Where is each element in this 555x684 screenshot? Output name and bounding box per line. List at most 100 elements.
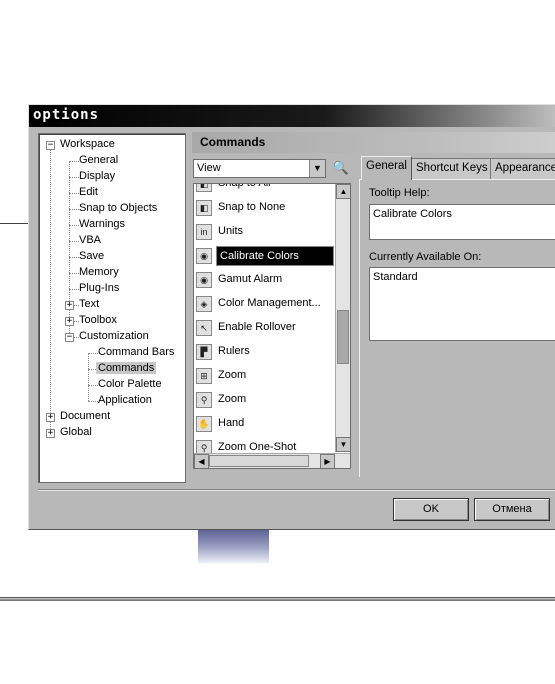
command-label: Snap to All [218,183,271,189]
collapse-icon[interactable]: − [46,141,55,150]
tree-item-label: Application [98,394,152,406]
scroll-up-icon[interactable]: ▲ [336,184,350,199]
tree-item-label: Color Palette [98,378,162,390]
tree-item-label: Memory [79,266,119,278]
command-item[interactable]: ◉ Gamut Alarm [194,268,335,292]
tree-item-document[interactable]: Document [58,409,112,425]
scroll-right-icon[interactable]: ▶ [320,454,335,468]
tree-connector [69,161,70,337]
tree-item-warnings[interactable]: Warnings [77,217,127,233]
chevron-down-icon[interactable]: ▼ [309,160,325,177]
tree-item-command-bars[interactable]: Command Bars [96,345,176,361]
tree-item-label: Edit [79,186,98,198]
tree-item-application[interactable]: Application [96,393,154,409]
command-label: Calibrate Colors [216,246,334,266]
expand-icon[interactable]: + [65,317,74,326]
callout-leader-line [0,223,29,224]
command-label: Enable Rollover [218,321,296,333]
tree-item-label: Snap to Objects [79,202,158,214]
category-dropdown[interactable]: View ▼ [193,159,326,178]
command-item[interactable]: ▛ Rulers [194,340,335,364]
tree-item-label: Save [79,250,105,262]
tree-item-label: VBA [79,234,102,246]
general-tab-panel: Tooltip Help: Calibrate Colors Currently… [359,179,555,477]
tree-item-label: Text [79,298,100,310]
tree-connector [88,353,89,401]
gamut-alarm-icon: ◉ [196,272,212,288]
title-bar[interactable]: options [29,105,555,127]
tree-item-label: Customization [79,330,149,342]
category-value: View [197,162,221,174]
tree-item-toolbox[interactable]: Toolbox [77,313,119,329]
commands-list[interactable]: ⚲ Zoom One-Shot ✋ Hand ⚲ Zoom ⊞ Zoom ▛ Rulers ↖ Ena… [193,183,351,469]
command-item[interactable]: ◈ Color Management... [194,292,335,316]
command-item[interactable]: ↖ Enable Rollover [194,316,335,340]
command-item[interactable]: ⊞ Zoom [194,364,335,388]
tree-item-label: Global [60,426,92,438]
command-label: Snap to None [218,201,286,213]
tree-item-general[interactable]: General [77,153,120,169]
tree-item-snap-to-objects[interactable]: Snap to Objects [77,201,159,217]
tree-item-label: Commands [96,362,157,374]
tab-appearance[interactable]: Appearance [490,158,555,179]
tree-item-workspace[interactable]: Workspace [58,137,117,153]
command-item[interactable]: ◧ Snap to None [194,196,335,220]
list-vertical-scrollbar[interactable]: ▲ ▼ [335,184,350,452]
available-on-label: Currently Available On: [369,251,482,263]
tooltip-help-label: Tooltip Help: [369,187,430,199]
options-dialog: options − Workspace General Display Edit Snap… [28,104,555,530]
footer-separator [38,489,555,491]
command-item[interactable]: ◉ Calibrate Colors [194,244,335,268]
list-horizontal-scrollbar[interactable]: ◀ ▶ [194,453,350,468]
collapse-icon[interactable]: − [65,333,74,342]
tree-item-vba[interactable]: VBA [77,233,103,249]
hand-icon: ✋ [196,416,212,432]
scroll-left-icon[interactable]: ◀ [194,454,209,468]
ok-button[interactable]: OK [393,498,469,521]
options-tree[interactable]: − Workspace General Display Edit Snap to Obje… [38,133,186,483]
tree-item-save[interactable]: Save [77,249,106,265]
command-label: Rulers [218,345,250,357]
tree-item-color-palette[interactable]: Color Palette [96,377,164,393]
zoom-icon: ⚲ [196,392,212,408]
command-label: Hand [218,417,245,429]
command-item[interactable]: in Units [194,220,335,244]
tree-item-customization[interactable]: Customization [77,329,151,345]
commands-header: Commands [192,132,555,153]
scroll-thumb[interactable] [337,310,349,364]
available-on-list[interactable]: Standard [369,267,555,341]
command-label: Zoom [218,393,247,405]
command-label: Units [218,225,244,237]
command-item[interactable]: ⚲ Zoom [194,388,335,412]
tree-item-commands[interactable]: Commands [96,361,157,377]
tab-general[interactable]: General [361,156,412,180]
horizontal-scroll-thumb[interactable] [209,455,309,467]
tree-item-plug-ins[interactable]: Plug-Ins [77,281,121,297]
expand-icon[interactable]: + [46,429,55,438]
tooltip-help-field[interactable]: Calibrate Colors [369,204,555,240]
expand-icon[interactable]: + [65,301,74,310]
tab-shortcut-keys[interactable]: Shortcut Keys [411,158,493,179]
command-label: Zoom [218,369,247,381]
tree-item-label: Display [79,170,116,182]
tree-item-global[interactable]: Global [58,425,94,441]
page-rule [0,597,555,601]
command-label: Zoom One-Shot [218,441,297,453]
tree-connector [50,145,51,433]
expand-icon[interactable]: + [46,413,55,422]
rulers-icon: ▛ [196,344,212,360]
tree-item-label: Document [60,410,111,422]
zoom-toolbar-icon: ⊞ [196,368,212,384]
cancel-button[interactable]: Отмена [474,498,550,521]
tree-item-label: Command Bars [98,346,175,358]
command-item[interactable]: ◧ Snap to All [194,183,335,196]
tree-item-memory[interactable]: Memory [77,265,121,281]
tree-item-label: Toolbox [79,314,117,326]
binoculars-icon[interactable]: 🔍 [331,158,351,178]
tree-item-edit[interactable]: Edit [77,185,100,201]
tree-item-text[interactable]: Text [77,297,101,313]
units-icon: in [196,224,212,240]
tree-item-display[interactable]: Display [77,169,117,185]
command-item[interactable]: ✋ Hand [194,412,335,436]
scroll-down-icon[interactable]: ▼ [336,437,350,452]
